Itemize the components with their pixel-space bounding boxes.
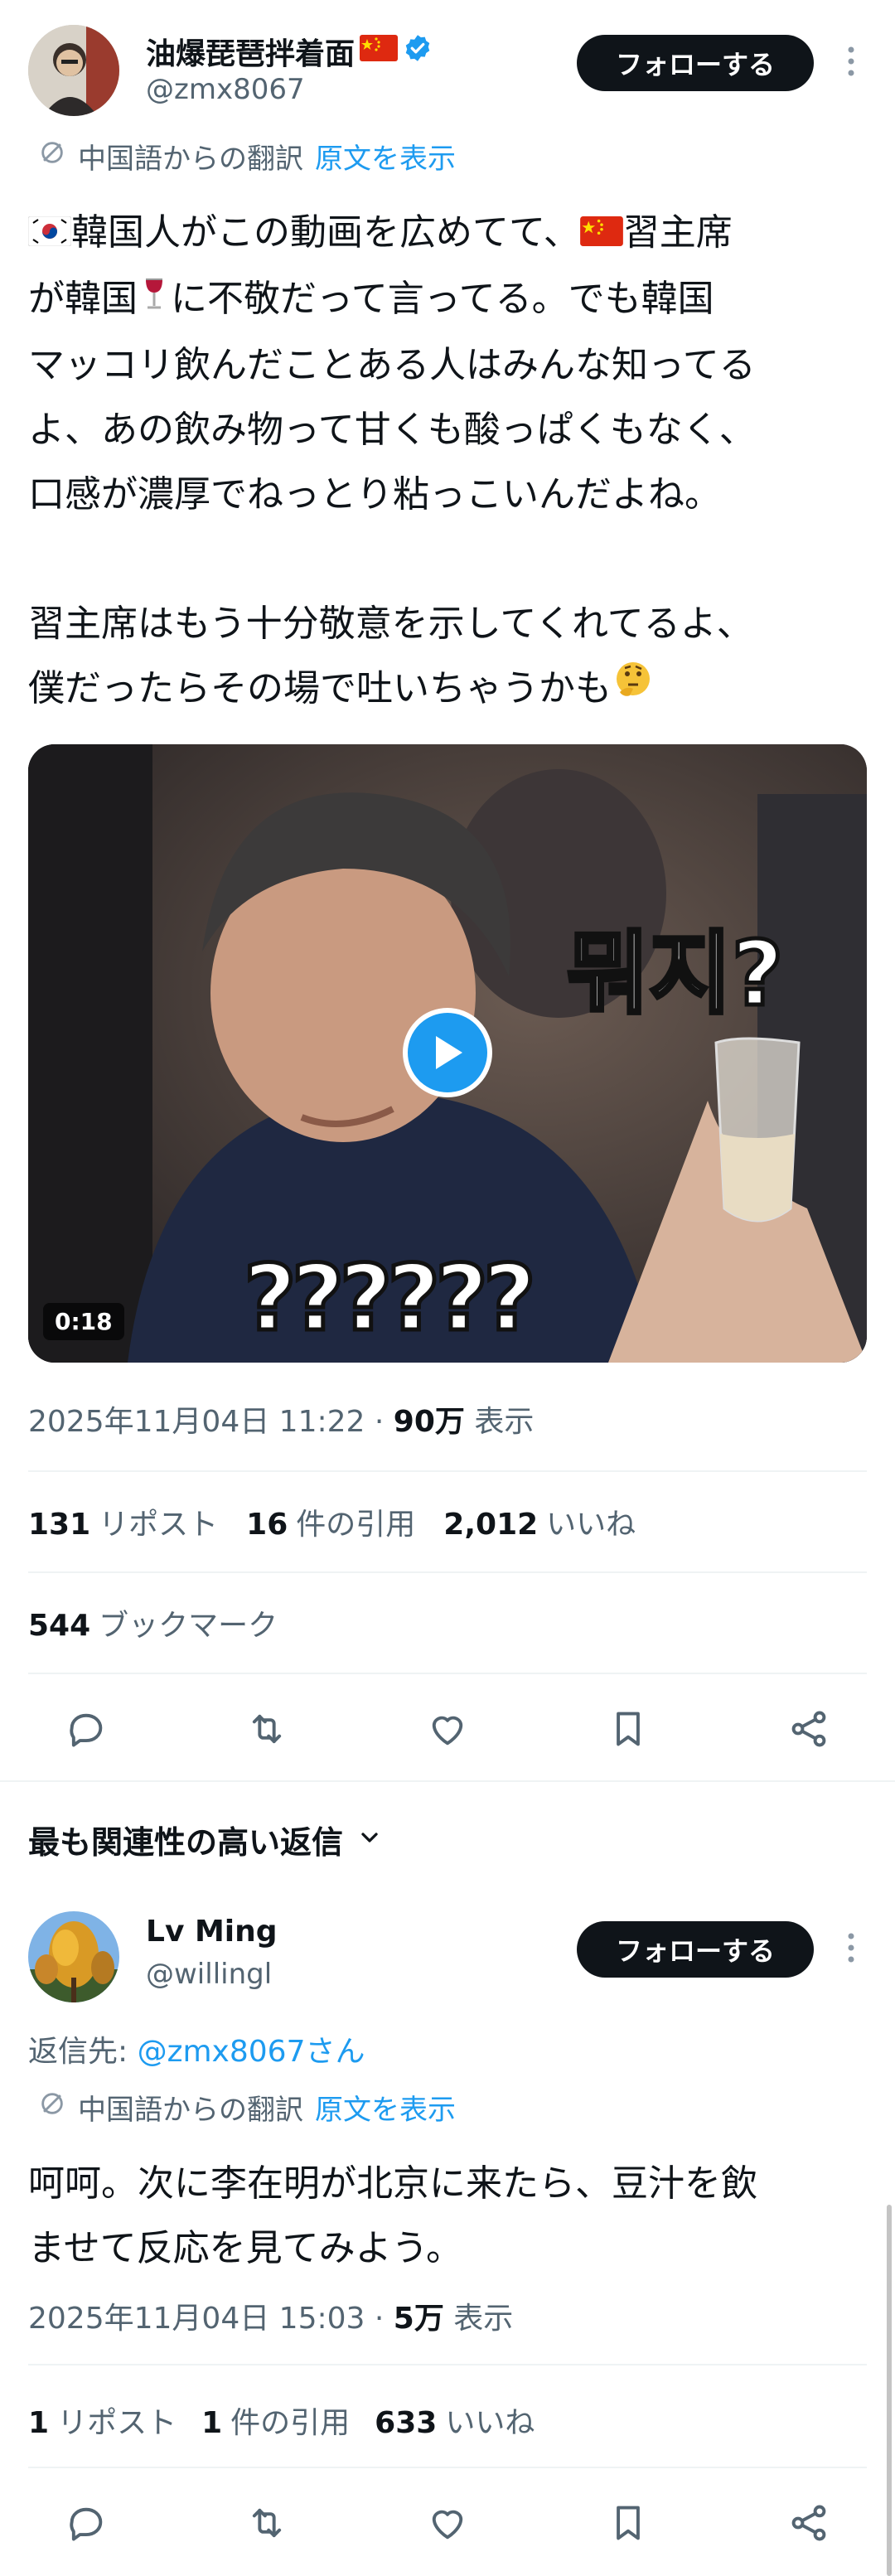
author-name-row[interactable]: 油爆琵琶拌着面 [146, 30, 433, 73]
scrollbar[interactable] [887, 2205, 892, 2576]
bookmarks-stat[interactable]: 544 ブックマーク [28, 1601, 278, 1644]
tweet-action-bar [28, 1701, 867, 1757]
video-duration: 0:18 [43, 1303, 124, 1340]
tweet-timestamp[interactable]: 2025年11月04日 11:22 [28, 1405, 365, 1439]
replies-header: 最も関連性の高い返信 [28, 1824, 344, 1861]
translation-note: 中国語からの翻訳 [78, 2094, 303, 2127]
tweet-line: よ、あの飲み物って甘くも酸っぱくもなく、 [28, 409, 756, 451]
korea-flag-icon [27, 202, 72, 267]
likes-stat[interactable]: 2,012 いいね [443, 1500, 636, 1543]
quotes-stat[interactable]: 16 件の引用 [246, 1500, 415, 1543]
reply-icon[interactable] [61, 1704, 111, 1754]
repost-icon[interactable] [242, 1704, 292, 1754]
wine-glass-icon [138, 269, 171, 333]
reply-author-name[interactable]: Lv Ming [146, 1915, 278, 1949]
bookmarks-stat-row: 544 ブックマーク [28, 1601, 278, 1644]
reply-timestamp[interactable]: 2025年11月04日 15:03 [28, 2302, 365, 2336]
translate-icon [38, 138, 66, 174]
reposts-stat[interactable]: 131 リポスト [28, 1500, 218, 1543]
reply-follow-button[interactable]: フォローする [577, 1921, 814, 1978]
reply-engagement-stats: 1 リポスト 1 件の引用 633 いいね [28, 2399, 535, 2442]
reply-to-label: 返信先: [28, 2035, 128, 2069]
tweet-line: 韓国人がこの動画を広めてて、 習主席 [27, 201, 873, 267]
tweet-line: 習主席はもう十分敬意を示してくれてるよ、 [28, 603, 753, 645]
chevron-down-icon [356, 1822, 383, 1858]
video-caption-korean: 뭐지? [564, 921, 785, 1029]
tweet-line: 僕だったらその場で吐いちゃうかも [28, 656, 873, 723]
like-icon[interactable] [423, 1704, 472, 1754]
reply-meta: 2025年11月04日 15:03 · 5万 表示 [28, 2302, 514, 2336]
author-name[interactable]: 油爆琵琶拌着面 [146, 30, 355, 73]
reply-translation-row: 中国語からの翻訳 原文を表示 [38, 2087, 456, 2128]
divider [28, 1673, 867, 1674]
reply-author-avatar[interactable] [28, 1911, 119, 2002]
reply-line: ませて反応を見てみよう。 [28, 2227, 463, 2269]
reply-icon[interactable] [61, 2498, 111, 2548]
reply-views-count: 5万 [393, 2302, 444, 2336]
divider [28, 2467, 867, 2468]
views-count: 90万 [393, 1405, 465, 1439]
china-flag-icon [360, 34, 399, 69]
more-icon[interactable] [839, 1930, 864, 1966]
bookmark-icon[interactable] [603, 2498, 653, 2548]
more-icon[interactable] [839, 43, 864, 80]
divider [28, 1470, 867, 1472]
divider [28, 1571, 867, 1573]
reply-line: 呵呵。次に李在明が北京に来たら、豆汁を飲 [28, 2162, 757, 2205]
section-divider [0, 1780, 895, 1782]
tweet-line: が韓国 に不敬だって言ってる。でも韓国 [28, 267, 873, 333]
follow-button[interactable]: フォローする [577, 35, 814, 91]
translation-note: 中国語からの翻訳 [78, 143, 303, 176]
share-icon[interactable] [784, 1704, 834, 1754]
bookmark-icon[interactable] [603, 1704, 653, 1754]
repost-icon[interactable] [242, 2498, 292, 2548]
tweet-text: 韓国人がこの動画を広めてて、 習主席 が韓国 に不敬だって言ってる。でも韓国 マッコ… [27, 201, 873, 723]
tweet-meta: 2025年11月04日 11:22 · 90万 表示 [28, 1405, 535, 1439]
divider [28, 2364, 867, 2365]
play-icon [436, 1036, 462, 1069]
reply-text: 呵呵。次に李在明が北京に来たら、豆汁を飲 ませて反応を見てみよう。 [28, 2152, 873, 2281]
thinking-face-icon [612, 658, 655, 723]
share-icon[interactable] [784, 2498, 834, 2548]
show-original-link[interactable]: 原文を表示 [315, 136, 456, 177]
tweet-line: マッコリ飲んだことある人はみんな知ってる [28, 344, 756, 386]
reply-quotes-stat[interactable]: 1 件の引用 [201, 2399, 350, 2442]
author-handle[interactable]: @zmx8067 [146, 73, 305, 106]
verified-badge-icon [403, 33, 433, 70]
reply-reposts-stat[interactable]: 1 リポスト [28, 2399, 177, 2442]
like-icon[interactable] [423, 2498, 472, 2548]
play-button[interactable] [403, 1008, 492, 1097]
reply-action-bar [28, 2495, 867, 2551]
reply-likes-stat[interactable]: 633 いいね [375, 2399, 535, 2442]
reply-to-handle[interactable]: @zmx8067さん [138, 2035, 365, 2069]
translation-row: 中国語からの翻訳 原文を表示 [38, 136, 456, 177]
reply-views-label: 表示 [453, 2302, 514, 2336]
china-flag-icon [579, 202, 623, 267]
tweet-line: 口感が濃厚でねっとり粘っこいんだよね。 [28, 473, 721, 516]
replies-sort-selector[interactable]: 最も関連性の高い返信 [28, 1817, 383, 1862]
show-original-link[interactable]: 原文を表示 [315, 2087, 456, 2128]
engagement-stats: 131 リポスト 16 件の引用 2,012 いいね [28, 1500, 636, 1543]
video-player[interactable]: 뭐지? ?????? 0:18 [28, 744, 867, 1363]
reply-author-handle[interactable]: @willingl [146, 1958, 272, 1991]
author-avatar[interactable] [28, 25, 119, 116]
reply-to-row: 返信先: @zmx8067さん [28, 2027, 365, 2070]
views-label: 表示 [474, 1405, 535, 1439]
video-caption-questions: ?????? [242, 1243, 539, 1353]
translate-icon [38, 2089, 66, 2125]
